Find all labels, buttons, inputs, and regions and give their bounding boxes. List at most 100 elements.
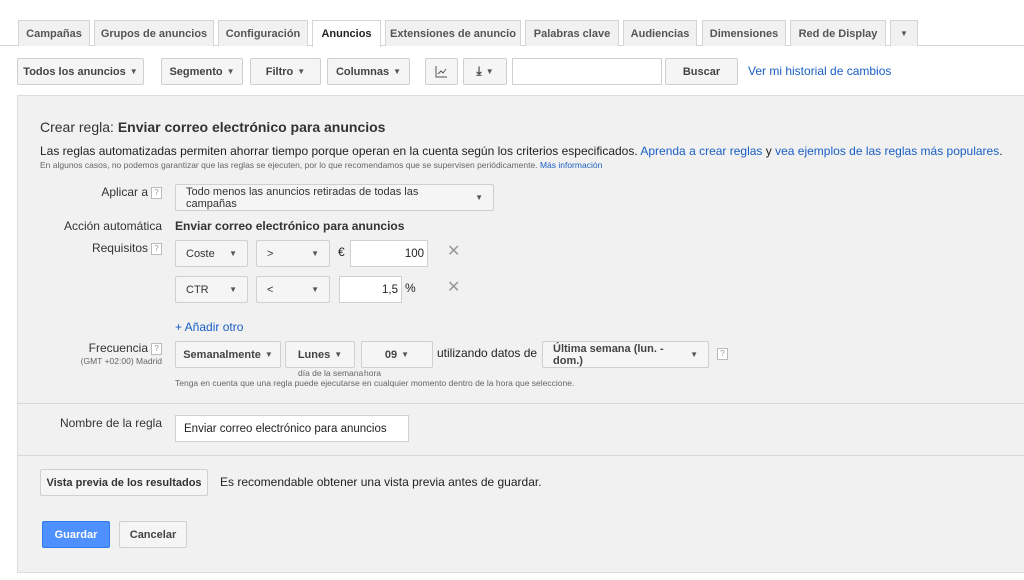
chevron-down-icon: ▼: [393, 67, 402, 76]
apply-to-dropdown[interactable]: Todo menos las anuncios retiradas de tod…: [175, 184, 494, 211]
hour-hint: hora: [364, 368, 382, 378]
frequency-dropdown[interactable]: Semanalmente ▼: [175, 341, 281, 368]
title-prefix: Crear regla:: [40, 119, 114, 135]
title-bold: Enviar correo electrónico para anuncios: [117, 119, 386, 135]
tab-extensiones[interactable]: Extensiones de anuncio: [385, 20, 521, 46]
chevron-down-icon: ▼: [264, 350, 273, 359]
day-value: Lunes: [297, 348, 331, 361]
preview-note: Es recomendable obtener una vista previa…: [220, 475, 542, 489]
rule-name-label: Nombre de la regla: [59, 416, 162, 430]
segment-label: Segmento: [169, 65, 223, 78]
search-input[interactable]: [512, 58, 662, 85]
more-info-link[interactable]: Más información: [540, 160, 602, 170]
add-other-link[interactable]: + Añadir otro: [175, 320, 243, 334]
chevron-down-icon: ▼: [475, 193, 483, 202]
timezone: (GMT +02:00) Madrid: [80, 356, 162, 366]
columns-dropdown[interactable]: Columnas ▼: [327, 58, 410, 85]
chevron-down-icon: ▼: [129, 67, 138, 76]
line-chart-icon: [435, 65, 447, 77]
operator-value: <: [267, 283, 274, 296]
day-dropdown[interactable]: Lunes ▼: [285, 341, 355, 368]
metric-dropdown[interactable]: Coste ▼: [175, 240, 248, 267]
operator-dropdown[interactable]: > ▼: [256, 240, 330, 267]
hour-value: 09: [384, 348, 398, 361]
filter-label: Filtro: [265, 65, 294, 78]
tab-anuncios[interactable]: Anuncios: [312, 20, 381, 47]
change-history-link[interactable]: Ver mi historial de cambios: [748, 64, 891, 78]
divider: [17, 403, 1024, 404]
frequency-label-text: Frecuencia: [88, 341, 148, 355]
more-tabs-button[interactable]: ▼: [890, 20, 918, 46]
apply-value: Todo menos las anuncios retiradas de tod…: [186, 185, 419, 210]
tab-configuracion[interactable]: Configuración: [218, 20, 308, 46]
description: Las reglas automatizadas permiten ahorra…: [40, 144, 1003, 158]
divider: [17, 455, 1024, 456]
tab-audiencias[interactable]: Audiencias: [623, 20, 697, 46]
day-hint: día de la semana: [298, 368, 364, 378]
ctr-value-input[interactable]: 1,5: [339, 276, 402, 303]
cost-value-input[interactable]: 100: [350, 240, 428, 267]
download-icon: ⤓: [476, 64, 482, 78]
currency-prefix: €: [338, 245, 345, 259]
filter-dropdown[interactable]: Filtro ▼: [250, 58, 321, 85]
action-value: Enviar correo electrónico para anuncios: [175, 219, 405, 233]
help-icon[interactable]: ?: [151, 342, 162, 355]
requirements-label: Requisitos?: [40, 241, 162, 255]
data-range-value: Última semana (lun. - dom.): [553, 342, 664, 367]
chevron-down-icon: ▼: [401, 350, 410, 359]
note: En algunos casos, no podemos garantizar …: [40, 160, 602, 170]
metric-dropdown[interactable]: CTR ▼: [175, 276, 248, 303]
help-icon[interactable]: ?: [151, 242, 162, 255]
all-ads-label: Todos los anuncios: [23, 65, 126, 78]
chart-button[interactable]: [425, 58, 458, 85]
action-label: Acción automática: [63, 219, 162, 233]
preview-results-button[interactable]: Vista previa de los resultados: [40, 469, 208, 496]
frequency-label: Frecuencia?: [40, 341, 162, 355]
remove-requirement-icon[interactable]: ✕: [447, 277, 460, 297]
cancel-button[interactable]: Cancelar: [119, 521, 187, 548]
operator-dropdown[interactable]: < ▼: [256, 276, 330, 303]
note-text: En algunos casos, no podemos garantizar …: [40, 160, 538, 170]
chevron-down-icon: ▼: [311, 249, 319, 258]
desc-and: y: [762, 144, 776, 158]
chevron-down-icon: ▼: [311, 285, 319, 294]
requirements-label-text: Requisitos: [91, 241, 148, 255]
learn-rules-link[interactable]: Aprenda a crear reglas: [640, 144, 762, 158]
operator-value: >: [267, 247, 274, 260]
percent-suffix: %: [405, 281, 416, 295]
save-button[interactable]: Guardar: [42, 521, 110, 548]
tab-grupos[interactable]: Grupos de anuncios: [94, 20, 214, 46]
chevron-down-icon: ▼: [485, 67, 494, 76]
hour-dropdown[interactable]: 09 ▼: [361, 341, 433, 368]
data-range-dropdown[interactable]: Última semana (lun. - dom.) ▼: [542, 341, 709, 368]
tab-palabras-clave[interactable]: Palabras clave: [525, 20, 619, 46]
chevron-down-icon: ▼: [297, 67, 306, 76]
tab-campanas[interactable]: Campañas: [18, 20, 90, 46]
chevron-down-icon: ▼: [334, 350, 343, 359]
desc-text: Las reglas automatizadas permiten ahorra…: [40, 144, 638, 158]
chevron-down-icon: ▼: [226, 67, 235, 76]
chevron-down-icon: ▼: [690, 350, 698, 359]
using-data-label: utilizando datos de: [437, 346, 538, 360]
columns-label: Columnas: [335, 65, 390, 78]
page-title: Crear regla: Enviar correo electrónico p…: [40, 119, 385, 135]
chevron-down-icon: ▼: [229, 249, 237, 258]
segment-dropdown[interactable]: Segmento ▼: [161, 58, 243, 85]
metric-value: CTR: [186, 283, 209, 296]
examples-link[interactable]: vea ejemplos de las reglas más populares: [775, 144, 999, 158]
search-button[interactable]: Buscar: [665, 58, 738, 85]
apply-label: Aplicar a?: [40, 185, 162, 199]
rule-name-input[interactable]: Enviar correo electrónico para anuncios: [175, 415, 409, 442]
tab-dimensiones[interactable]: Dimensiones: [702, 20, 786, 46]
help-icon[interactable]: ?: [151, 186, 162, 199]
tab-red-display[interactable]: Red de Display: [790, 20, 886, 46]
frequency-note: Tenga en cuenta que una regla puede ejec…: [175, 378, 575, 388]
all-ads-dropdown[interactable]: Todos los anuncios ▼: [17, 58, 144, 85]
help-icon[interactable]: ?: [717, 348, 728, 360]
metric-value: Coste: [186, 247, 215, 260]
chevron-down-icon: ▼: [229, 285, 237, 294]
desc-end: .: [999, 144, 1003, 158]
remove-requirement-icon[interactable]: ✕: [447, 241, 460, 261]
download-button[interactable]: ⤓ ▼: [463, 58, 507, 85]
apply-label-text: Aplicar a: [101, 185, 148, 199]
